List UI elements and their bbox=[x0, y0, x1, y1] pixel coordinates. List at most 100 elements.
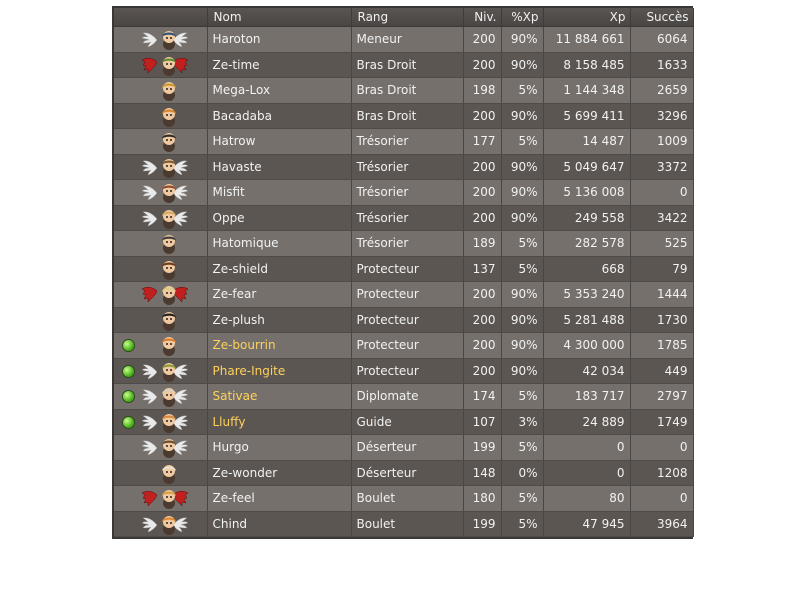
member-xp-percent: 90% bbox=[501, 103, 544, 129]
online-status-icon bbox=[123, 391, 134, 402]
angel-wing-icon bbox=[141, 184, 158, 201]
table-row[interactable]: Ze-feel Boulet 180 5% 80 0 bbox=[114, 485, 694, 512]
member-success: 449 bbox=[630, 358, 694, 384]
member-name: Ze-bourrin bbox=[207, 332, 352, 359]
member-success: 1785 bbox=[630, 332, 694, 359]
table-row[interactable]: Hurgo Déserteur 199 5% 0 0 bbox=[114, 434, 694, 461]
member-xp-percent: 90% bbox=[501, 307, 544, 333]
member-rank: Protecteur bbox=[351, 256, 464, 282]
table-row[interactable]: Ze-plush Protecteur 200 90% 5 281 488 1730 bbox=[114, 307, 694, 333]
member-success: 0 bbox=[630, 485, 694, 512]
column-header-icons bbox=[114, 8, 208, 27]
member-xp-percent: 5% bbox=[501, 128, 544, 155]
table-row[interactable]: Havaste Trésorier 200 90% 5 049 647 3372 bbox=[114, 154, 694, 180]
column-header-success[interactable]: Succès bbox=[630, 8, 694, 27]
member-icons-cell bbox=[114, 154, 208, 180]
table-row[interactable]: Ze-wonder Déserteur 148 0% 0 1208 bbox=[114, 460, 694, 486]
member-name: Ze-wonder bbox=[207, 460, 352, 486]
character-avatar-icon bbox=[159, 131, 179, 152]
member-icons-cell bbox=[114, 256, 208, 282]
member-icons-cell bbox=[114, 307, 208, 333]
member-rank: Protecteur bbox=[351, 358, 464, 384]
member-rank: Trésorier bbox=[351, 154, 464, 180]
member-success: 2797 bbox=[630, 383, 694, 410]
character-avatar-icon bbox=[159, 412, 179, 433]
member-success: 1444 bbox=[630, 281, 694, 308]
demon-wing-icon bbox=[141, 57, 158, 74]
angel-wing-icon bbox=[141, 31, 158, 48]
member-success: 3964 bbox=[630, 511, 694, 537]
member-name: Ze-time bbox=[207, 52, 352, 78]
column-header-name[interactable]: Nom bbox=[207, 8, 352, 27]
member-name: Hatomique bbox=[207, 230, 352, 257]
angel-wing-icon bbox=[141, 388, 158, 405]
table-row[interactable]: Hatomique Trésorier 189 5% 282 578 525 bbox=[114, 230, 694, 257]
table-row[interactable]: Lluffy Guide 107 3% 24 889 1749 bbox=[114, 409, 694, 435]
member-level: 200 bbox=[463, 307, 502, 333]
member-name: Phare-Ingite bbox=[207, 358, 352, 384]
member-xp: 183 717 bbox=[543, 383, 631, 410]
member-level: 198 bbox=[463, 77, 502, 104]
member-name: Lluffy bbox=[207, 409, 352, 435]
table-row[interactable]: Ze-shield Protecteur 137 5% 668 79 bbox=[114, 256, 694, 282]
member-rank: Trésorier bbox=[351, 205, 464, 231]
member-xp: 14 487 bbox=[543, 128, 631, 155]
angel-wing-icon bbox=[141, 516, 158, 533]
table-row[interactable]: Oppe Trésorier 200 90% 249 558 3422 bbox=[114, 205, 694, 231]
character-avatar-icon bbox=[159, 514, 179, 535]
character-avatar-icon bbox=[159, 29, 179, 50]
member-level: 180 bbox=[463, 485, 502, 512]
online-status-icon bbox=[123, 416, 134, 428]
member-name: Hurgo bbox=[207, 434, 352, 461]
character-avatar-icon bbox=[159, 157, 179, 178]
member-level: 148 bbox=[463, 460, 502, 486]
table-row[interactable]: Ze-fear Protecteur 200 90% 5 353 240 1444 bbox=[114, 281, 694, 308]
table-row[interactable]: Bacadaba Bras Droit 200 90% 5 699 411 3296 bbox=[114, 103, 694, 129]
member-rank: Trésorier bbox=[351, 128, 464, 155]
table-row[interactable]: Ze-time Bras Droit 200 90% 8 158 485 1633 bbox=[114, 52, 694, 78]
member-rank: Protecteur bbox=[351, 281, 464, 308]
member-xp-percent: 5% bbox=[501, 256, 544, 282]
member-xp: 5 699 411 bbox=[543, 103, 631, 129]
member-xp-percent: 5% bbox=[501, 230, 544, 257]
member-name: Oppe bbox=[207, 205, 352, 231]
member-level: 200 bbox=[463, 281, 502, 308]
member-name: Chind bbox=[207, 511, 352, 537]
table-row[interactable]: Ze-bourrin Protecteur 200 90% 4 300 000 1785 bbox=[114, 332, 694, 359]
table-row[interactable]: Misfit Trésorier 200 90% 5 136 008 0 bbox=[114, 179, 694, 206]
table-row[interactable]: Phare-Ingite Protecteur 200 90% 42 034 449 bbox=[114, 358, 694, 384]
member-icons-cell bbox=[114, 230, 208, 257]
table-row[interactable]: Sativae Diplomate 174 5% 183 717 2797 bbox=[114, 383, 694, 410]
member-xp: 42 034 bbox=[543, 358, 631, 384]
member-rank: Guide bbox=[351, 409, 464, 435]
character-avatar-icon bbox=[159, 233, 179, 254]
member-level: 200 bbox=[463, 52, 502, 78]
member-level: 177 bbox=[463, 128, 502, 155]
member-xp: 80 bbox=[543, 485, 631, 512]
table-row[interactable]: Hatrow Trésorier 177 5% 14 487 1009 bbox=[114, 128, 694, 155]
table-row[interactable]: Haroton Meneur 200 90% 11 884 661 6064 bbox=[114, 26, 694, 53]
member-xp-percent: 0% bbox=[501, 460, 544, 486]
member-name: Havaste bbox=[207, 154, 352, 180]
column-header-xp-percent[interactable]: %Xp bbox=[501, 8, 544, 27]
member-rank: Bras Droit bbox=[351, 103, 464, 129]
member-rank: Déserteur bbox=[351, 434, 464, 461]
column-header-level[interactable]: Niv. bbox=[463, 8, 502, 27]
member-xp: 282 578 bbox=[543, 230, 631, 257]
table-header-row: Nom Rang Niv. %Xp Xp Succès bbox=[114, 8, 694, 27]
angel-wing-icon bbox=[141, 159, 158, 176]
member-success: 525 bbox=[630, 230, 694, 257]
members-table: Nom Rang Niv. %Xp Xp Succès Haroton Meneu… bbox=[114, 8, 694, 537]
member-xp-percent: 90% bbox=[501, 26, 544, 53]
member-icons-cell bbox=[114, 205, 208, 231]
member-level: 200 bbox=[463, 103, 502, 129]
table-row[interactable]: Chind Boulet 199 5% 47 945 3964 bbox=[114, 511, 694, 537]
character-avatar-icon bbox=[159, 463, 179, 484]
character-avatar-icon bbox=[159, 182, 179, 203]
column-header-xp[interactable]: Xp bbox=[543, 8, 631, 27]
character-avatar-icon bbox=[159, 335, 179, 356]
column-header-rank[interactable]: Rang bbox=[351, 8, 464, 27]
member-name: Misfit bbox=[207, 179, 352, 206]
table-row[interactable]: Mega-Lox Bras Droit 198 5% 1 144 348 2659 bbox=[114, 77, 694, 104]
character-avatar-icon bbox=[159, 488, 179, 509]
